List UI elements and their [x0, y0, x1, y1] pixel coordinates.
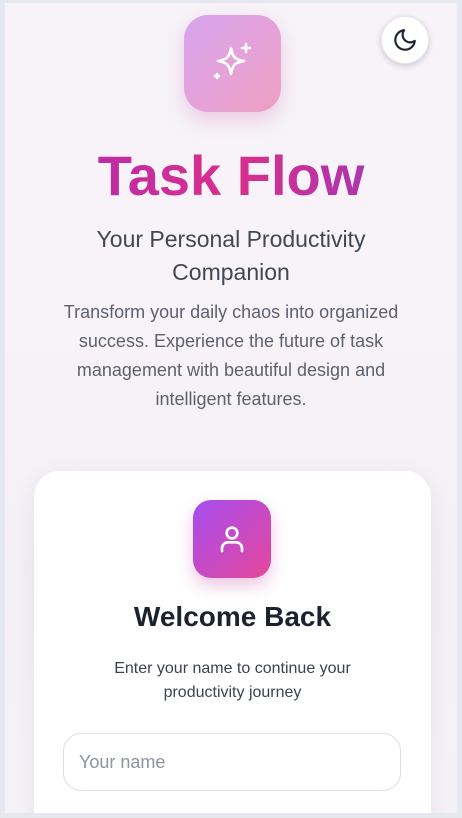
login-card: Welcome Back Enter your name to continue… — [34, 471, 431, 813]
app-title: Task Flow — [5, 141, 457, 211]
page: Task Flow Your Personal Productivity Com… — [5, 3, 457, 813]
name-input[interactable] — [63, 733, 401, 791]
card-title: Welcome Back — [133, 601, 332, 632]
app-logo — [184, 15, 281, 112]
card-subtitle: Enter your name to continue your product… — [114, 660, 351, 701]
sparkles-icon — [213, 42, 251, 79]
user-icon — [220, 526, 244, 553]
user-badge — [193, 500, 271, 578]
app-description: Transform your daily chaos into organize… — [63, 302, 399, 409]
theme-toggle-button[interactable] — [381, 16, 429, 64]
moon-icon — [394, 29, 416, 51]
app-subtitle: Your Personal Productivity Companion — [96, 226, 366, 285]
